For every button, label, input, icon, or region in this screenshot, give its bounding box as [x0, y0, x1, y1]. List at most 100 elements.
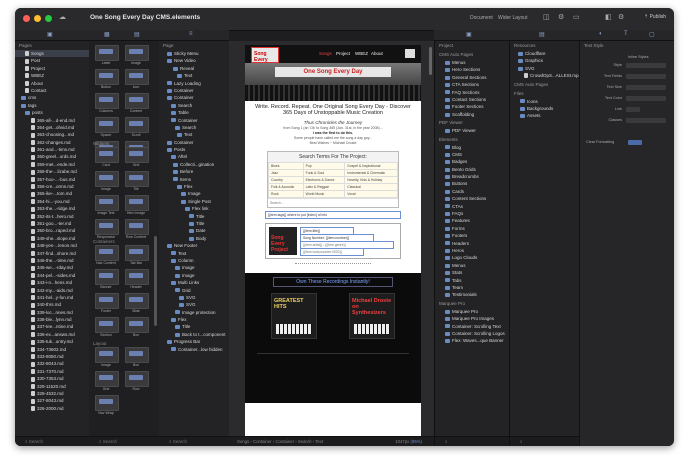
library-search[interactable]: ⌕ Search	[89, 436, 159, 446]
project-item[interactable]: Menus	[435, 262, 510, 269]
outline-item[interactable]: Title	[159, 323, 229, 330]
page-item[interactable]: 353-the...-ridge.md	[15, 205, 89, 212]
page-item[interactable]: 352-its-t...hero.md	[15, 213, 89, 220]
resource-item[interactable]: Icons	[510, 98, 580, 105]
terms-cell[interactable]: Funk & Soul	[302, 168, 346, 177]
library-tile[interactable]	[125, 171, 149, 187]
resource-item[interactable]: Backgrounds	[510, 105, 580, 112]
layout-mode[interactable]: Wider Layout	[498, 15, 527, 21]
project-item[interactable]: Logo Clouds	[435, 254, 510, 261]
library-tile[interactable]	[95, 171, 119, 187]
library-tile[interactable]	[95, 371, 119, 387]
terms-cell[interactable]: Blues	[268, 161, 304, 170]
terms-cell[interactable]: Pop	[302, 161, 346, 170]
page-item[interactable]: 334-73602.md	[15, 346, 89, 353]
project-item[interactable]: Headers	[435, 240, 510, 247]
page-item[interactable]: 335-tuk...untry.md	[15, 338, 89, 345]
library-tab-icon[interactable]: ▦	[104, 31, 110, 38]
typography-tab-icon[interactable]: T	[624, 31, 628, 37]
terms-cell[interactable]: Jazz	[268, 168, 304, 177]
project-item[interactable]: FAQ Sections	[435, 89, 510, 96]
project-item[interactable]: Team	[435, 284, 510, 291]
nav-link-wbez[interactable]: WBEZ	[355, 51, 368, 56]
outline-item[interactable]: Posts	[159, 146, 229, 153]
outline-item[interactable]: Sticky Menu	[159, 50, 229, 57]
library-tile[interactable]	[125, 117, 149, 133]
breadcrumb[interactable]: Songs › Container › Container › Search ›…	[237, 439, 323, 444]
outline-item[interactable]: Flex	[159, 183, 229, 190]
outline-item[interactable]: Before	[159, 168, 229, 175]
outline-item[interactable]: Container	[159, 139, 229, 146]
menu-icon[interactable]	[405, 49, 415, 58]
project-item[interactable]: Bento Grids	[435, 166, 510, 173]
outline-item[interactable]: SVG	[159, 294, 229, 301]
terms-cell[interactable]: Rock	[268, 189, 304, 198]
outline-item[interactable]: Image	[159, 264, 229, 271]
project-item[interactable]: Features	[435, 217, 510, 224]
outline-item[interactable]: New Video	[159, 57, 229, 64]
page-item[interactable]: 350-bro...raped.md	[15, 227, 89, 234]
site-logo[interactable]: Song Every	[251, 47, 279, 63]
style-field-input[interactable]	[626, 118, 666, 123]
library-tile[interactable]	[95, 219, 119, 235]
pagination[interactable]	[295, 262, 371, 267]
outline-item[interactable]: New Footer	[159, 242, 229, 249]
page-item[interactable]: 356-cre...orms.md	[15, 183, 89, 190]
project-item[interactable]: CTA Sections	[435, 81, 510, 88]
project-tab-icon[interactable]: ▣	[466, 31, 472, 38]
item-body-field[interactable]: {{item.bodycounter.0000}}	[300, 247, 364, 256]
resource-item[interactable]: CrowdOpS...ALLESt.mp4	[510, 72, 580, 79]
terms-cell[interactable]: Latin & Reggae	[302, 182, 346, 191]
library-tile[interactable]	[95, 195, 119, 211]
style-field-input[interactable]	[626, 85, 666, 90]
page-item[interactable]: 347-find...shore.md	[15, 250, 89, 257]
library-tile[interactable]	[125, 69, 149, 85]
publish-button[interactable]: ⇡ Publish	[644, 14, 666, 20]
outline-item[interactable]: Body	[159, 235, 229, 242]
project-item[interactable]: Container: Scrolling Logos	[435, 330, 510, 337]
page-item[interactable]: 357-hoo-...-bus.md	[15, 176, 89, 183]
outline-item[interactable]: Multi Links	[159, 279, 229, 286]
project-item[interactable]: Testimonials	[435, 291, 510, 298]
outline-item[interactable]: Grid	[159, 287, 229, 294]
library-tile[interactable]	[95, 69, 119, 85]
outline-item[interactable]: Image	[159, 190, 229, 197]
library-tile[interactable]	[125, 93, 149, 109]
zoom-readout[interactable]: 1047px (85%)	[395, 437, 422, 446]
project-item[interactable]: Tabs	[435, 277, 510, 284]
pages-search[interactable]: ⌕ Search	[15, 436, 89, 446]
page-item[interactable]: 351-goo...-ter.md	[15, 220, 89, 227]
terms-cell[interactable]: Gospel & Inspirational	[344, 161, 398, 170]
terms-cell[interactable]: Country	[268, 175, 304, 184]
outline-item[interactable]: Search	[159, 102, 229, 109]
tag-bar[interactable]: {{item.tags}} where to put [index] of in…	[265, 210, 401, 219]
split-view-icon[interactable]: ▭	[573, 14, 580, 22]
terms-cell[interactable]: Folk & Acoustic	[268, 182, 304, 191]
gear-icon[interactable]: ⚙	[558, 14, 564, 22]
library-tile[interactable]	[95, 93, 119, 109]
resource-item[interactable]: Assets	[510, 112, 580, 119]
outline-item[interactable]: Text	[159, 131, 229, 138]
library-tile[interactable]	[125, 317, 149, 333]
page-item[interactable]: 361-and...-tims.md	[15, 146, 89, 153]
nav-link-project[interactable]: Project	[336, 51, 350, 56]
style-field-input[interactable]	[626, 107, 640, 112]
page-item[interactable]: tags	[15, 102, 89, 109]
project-item[interactable]: Footer Sections	[435, 103, 510, 110]
album-cover-synthesizers[interactable]: Michael Droste on Synthesizers	[349, 292, 395, 339]
page-item[interactable]: 343-i-n...hens.md	[15, 279, 89, 286]
zoom-window-button[interactable]	[45, 15, 52, 22]
outline-item[interactable]: Container	[159, 94, 229, 101]
project-item[interactable]: Cards	[435, 188, 510, 195]
nav-link-songs[interactable]: Songs	[319, 51, 332, 56]
page-item[interactable]: Songs	[15, 50, 89, 58]
page-item[interactable]: 331-7370.md	[15, 368, 89, 375]
resources-search[interactable]: ⌕	[510, 436, 580, 446]
library-tile[interactable]	[125, 45, 149, 61]
library-scrollbar[interactable]	[154, 236, 157, 326]
terms-cell[interactable]: Electronic & Dance	[302, 175, 346, 184]
library-tile[interactable]	[125, 269, 149, 285]
outline-item[interactable]: Text	[159, 72, 229, 79]
page-preview[interactable]: Song Every Songs Project WBEZ About One …	[245, 45, 421, 437]
nav-link-about[interactable]: About	[371, 51, 383, 56]
